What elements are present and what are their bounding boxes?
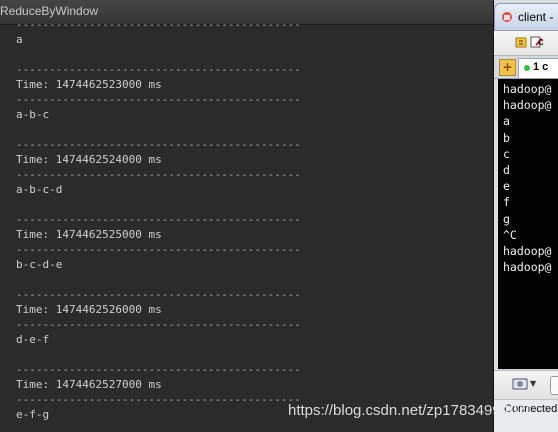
time-line: Time: 1474462526000 ms xyxy=(16,303,162,316)
separator-line: ----------------------------------------… xyxy=(16,93,301,106)
client-window: client - c + 1 c hadoop@ hadoop@ a b c d e f g ^C… xyxy=(493,0,558,432)
separator-line: ----------------------------------------… xyxy=(16,318,301,331)
terminal-line: ^C xyxy=(503,227,517,242)
putty-client-icon xyxy=(502,12,512,22)
add-tab-button[interactable]: + xyxy=(499,59,516,76)
console-title: ReduceByWindow xyxy=(0,4,99,18)
settings-icon[interactable] xyxy=(512,377,528,391)
terminal-line: d xyxy=(503,162,510,177)
client-toolbar: c xyxy=(494,31,558,56)
terminal-lines: hadoop@ hadoop@ a b c d e f g ^C hadoop@ hadoop@ xyxy=(503,81,551,275)
separator-line: ----------------------------------------… xyxy=(16,24,301,31)
output-line: b-c-d-e xyxy=(16,258,63,271)
output-line: a xyxy=(16,33,23,46)
separator-line: ----------------------------------------… xyxy=(16,393,301,406)
output-line: d-e-f xyxy=(16,333,50,346)
terminal-line: b xyxy=(503,130,510,145)
separator-line: ----------------------------------------… xyxy=(16,363,301,376)
terminal-line: hadoop@ xyxy=(503,260,552,275)
toolbar-label[interactable]: c xyxy=(538,36,544,48)
time-line: Time: 1474462523000 ms xyxy=(16,78,162,91)
console-titlebar[interactable]: ReduceByWindow xyxy=(0,0,493,25)
separator-line: ----------------------------------------… xyxy=(16,288,301,301)
time-line: Time: 1474462525000 ms xyxy=(16,228,162,241)
terminal-line: g xyxy=(503,211,510,226)
client-bottom-toolbar: ▼ xyxy=(494,370,558,399)
console-lines: ----------------------------------------… xyxy=(16,24,301,422)
client-title: client - xyxy=(518,10,554,24)
separator-line: ----------------------------------------… xyxy=(16,243,301,256)
console-window: ReduceByWindow -------------------------… xyxy=(0,0,493,432)
tab-session-label: 1 c xyxy=(533,61,549,73)
new-session-icon[interactable] xyxy=(514,35,528,49)
separator-line: ----------------------------------------… xyxy=(16,138,301,151)
separator-line: ----------------------------------------… xyxy=(16,63,301,76)
console-output[interactable]: ----------------------------------------… xyxy=(0,24,493,432)
separator-line: ----------------------------------------… xyxy=(16,168,301,181)
chevron-down-icon[interactable]: ▼ xyxy=(530,379,536,388)
bottom-button[interactable] xyxy=(550,376,558,395)
terminal-line: hadoop@ xyxy=(503,98,552,113)
output-line: a-b-c-d xyxy=(16,183,63,196)
output-line: e-f-g xyxy=(16,408,50,421)
time-line: Time: 1474462524000 ms xyxy=(16,153,162,166)
client-titlebar[interactable]: client - xyxy=(494,3,558,31)
terminal-line: hadoop@ xyxy=(503,82,552,96)
output-line: a-b-c xyxy=(16,108,50,121)
terminal-line: hadoop@ xyxy=(503,243,552,258)
connected-dot-icon xyxy=(524,65,530,71)
time-line: Time: 1474462527000 ms xyxy=(16,378,162,391)
session-tabs: + 1 c xyxy=(494,56,558,79)
terminal-line: c xyxy=(503,146,510,161)
terminal-line: f xyxy=(503,195,510,210)
tab-session-1[interactable]: 1 c xyxy=(518,58,558,78)
terminal-screen[interactable]: hadoop@ hadoop@ a b c d e f g ^C hadoop@ hadoop@ xyxy=(498,79,558,369)
separator-line: ----------------------------------------… xyxy=(16,213,301,226)
terminal-line: a xyxy=(503,114,510,129)
watermark: https://blog.csdn.net/zp17834994071 xyxy=(288,402,535,419)
terminal-line: e xyxy=(503,179,510,194)
